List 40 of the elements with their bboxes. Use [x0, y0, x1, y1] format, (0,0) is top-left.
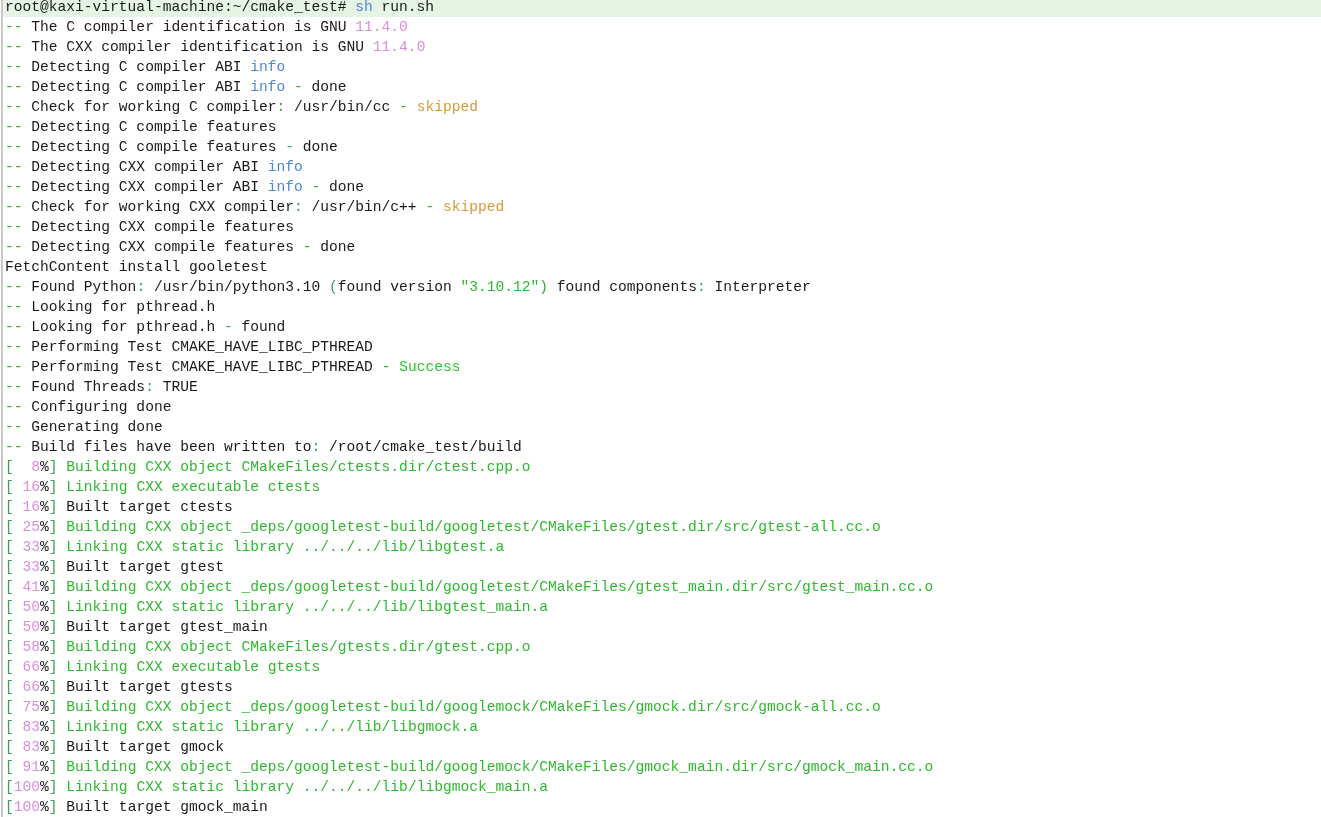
output-line: [ 8%] Building CXX object CMakeFiles/ctests.dir/ctest.cpp.o	[4, 458, 532, 477]
output-line: -- Detecting C compile features - done	[4, 138, 339, 157]
output-line: -- Found Threads: TRUE	[4, 378, 199, 397]
output-line: [ 66%] Linking CXX executable gtests	[4, 658, 322, 677]
output-line: -- Performing Test CMAKE_HAVE_LIBC_PTHREAD - Success	[4, 358, 462, 377]
output-line: [ 83%] Linking CXX static library ../../lib/libgmock.a	[4, 718, 479, 737]
output-line: -- Check for working CXX compiler: /usr/bin/c++ - skipped	[4, 198, 506, 217]
output-line: -- Check for working C compiler: /usr/bin/cc - skipped	[4, 98, 479, 117]
output-line: [ 83%] Built target gmock	[4, 738, 225, 757]
output-line: -- The CXX compiler identification is GNU 11.4.0	[4, 38, 427, 57]
output-line: [ 50%] Built target gtest_main	[4, 618, 269, 637]
output-line: -- Found Python: /usr/bin/python3.10 (found version "3.10.12") found components: Interpreter	[4, 278, 812, 297]
output-line: -- Detecting CXX compiler ABI info	[4, 158, 304, 177]
output-line: -- Build files have been written to: /root/cmake_test/build	[4, 438, 523, 457]
output-line: [100%] Linking CXX static library ../../../lib/libgmock_main.a	[4, 778, 549, 797]
output-line: [ 25%] Building CXX object _deps/googletest-build/googletest/CMakeFiles/gtest.dir/src/gtest-all.cc.o	[4, 518, 882, 537]
output-line: FetchContent install gooletest	[4, 258, 269, 277]
output-line: -- Configuring done	[4, 398, 173, 417]
output-line: -- Generating done	[4, 418, 164, 437]
output-line: -- Detecting CXX compile features	[4, 218, 295, 237]
output-line: [ 91%] Building CXX object _deps/googletest-build/googlemock/CMakeFiles/gmock_main.dir/src/gmock_main.cc.o	[4, 758, 935, 777]
output-line: [ 33%] Built target gtest	[4, 558, 225, 577]
output-line: -- The C compiler identification is GNU 11.4.0	[4, 18, 409, 37]
output-line: [ 16%] Linking CXX executable ctests	[4, 478, 322, 497]
output-line: -- Performing Test CMAKE_HAVE_LIBC_PTHREAD	[4, 338, 374, 357]
output-line: [ 50%] Linking CXX static library ../../../lib/libgtest_main.a	[4, 598, 549, 617]
output-line: -- Detecting CXX compile features - done	[4, 238, 357, 257]
output-line: [ 66%] Built target gtests	[4, 678, 234, 697]
output-line: -- Detecting C compile features	[4, 118, 278, 137]
output-line: -- Detecting CXX compiler ABI info - done	[4, 178, 366, 197]
output-line: -- Detecting C compiler ABI info - done	[4, 78, 348, 97]
output-line: -- Looking for pthread.h - found	[4, 318, 287, 337]
output-line: [ 41%] Building CXX object _deps/googletest-build/googletest/CMakeFiles/gtest_main.dir/src/gtest_main.cc.o	[4, 578, 935, 597]
output-line: [ 58%] Building CXX object CMakeFiles/gtests.dir/gtest.cpp.o	[4, 638, 532, 657]
output-line: [ 16%] Built target ctests	[4, 498, 234, 517]
output-line: -- Looking for pthread.h	[4, 298, 217, 317]
output-line: -- Detecting C compiler ABI info	[4, 58, 287, 77]
output-line: [ 33%] Linking CXX static library ../../../lib/libgtest.a	[4, 538, 506, 557]
output-line: [ 75%] Building CXX object _deps/googletest-build/googlemock/CMakeFiles/gmock.dir/src/gmock-all.cc.o	[4, 698, 882, 717]
output-line: [100%] Built target gmock_main	[4, 798, 269, 817]
